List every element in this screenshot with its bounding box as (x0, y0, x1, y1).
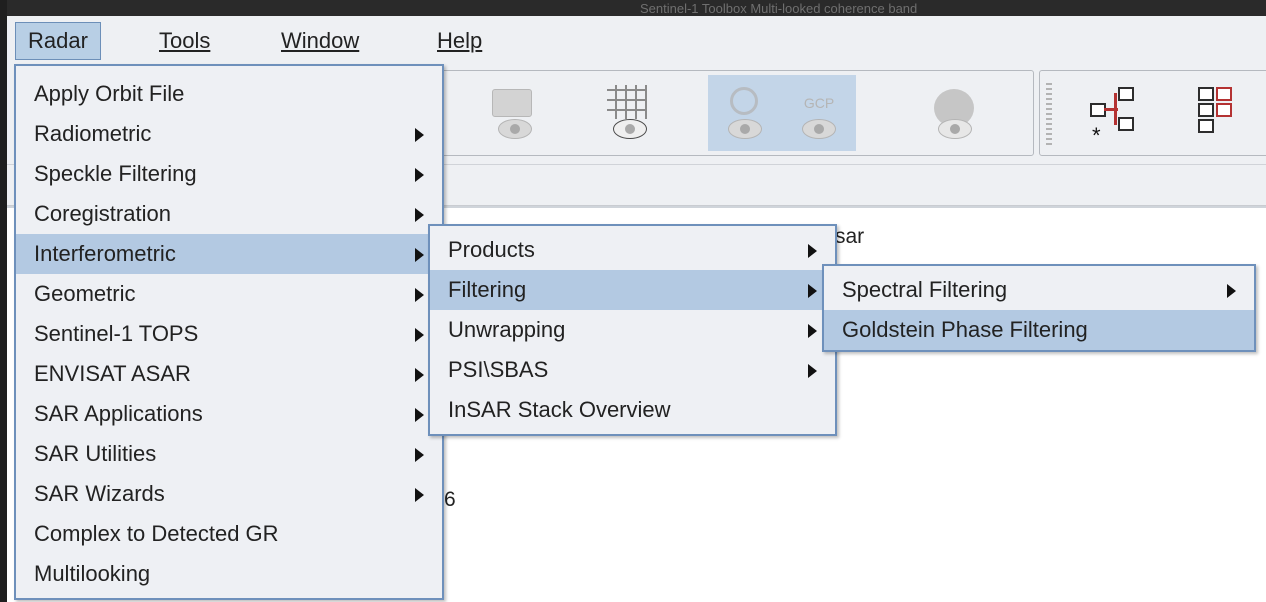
radar-menu: Apply Orbit File Radiometric Speckle Fil… (14, 64, 444, 600)
menu-item-label: Unwrapping (448, 317, 566, 342)
submenu-arrow-icon (808, 364, 817, 378)
submenu-arrow-icon (808, 324, 817, 338)
menu-item-label: Coregistration (34, 201, 171, 226)
menu-item-label: Geometric (34, 281, 136, 306)
graticule-icon (607, 85, 647, 119)
background-number-text: 6 (444, 488, 456, 511)
menu-window-label: Window (281, 28, 360, 53)
menu-help[interactable]: Help (425, 22, 494, 60)
menu-item-label: SAR Utilities (34, 441, 157, 466)
magnifier-eye-button[interactable] (708, 75, 782, 151)
menu-radar[interactable]: Radar (15, 22, 101, 60)
menu-item-products[interactable]: Products (430, 230, 835, 270)
menu-item-coregistration[interactable]: Coregistration (16, 194, 442, 234)
submenu-arrow-icon (415, 488, 424, 502)
world-eye-button[interactable] (918, 75, 992, 151)
submenu-arrow-icon (415, 368, 424, 382)
menu-item-label: Multilooking (34, 561, 151, 586)
gcp-label: GCP (803, 95, 835, 111)
menu-item-label: ENVISAT ASAR (34, 361, 191, 386)
folder-icon (492, 89, 532, 117)
menu-item-label: SAR Applications (34, 401, 203, 426)
menu-item-label: Complex to Detected GR (34, 521, 279, 546)
menu-item-label: Apply Orbit File (34, 81, 185, 106)
menu-bar: Radar Tools Window Help (7, 16, 1266, 65)
gcp-eye-button[interactable]: GCP (782, 75, 856, 151)
submenu-arrow-icon (415, 408, 424, 422)
menu-item-unwrapping[interactable]: Unwrapping (430, 310, 835, 350)
view-folder-eye-button[interactable] (478, 75, 552, 151)
menu-item-label: Spectral Filtering (842, 277, 1008, 302)
eye-icon (613, 119, 647, 139)
submenu-arrow-icon (808, 284, 817, 298)
submenu-arrow-icon (415, 208, 424, 222)
submenu-arrow-icon (415, 328, 424, 342)
menu-item-label: Goldstein Phase Filtering (842, 317, 1088, 342)
menu-item-label: Interferometric (34, 241, 176, 266)
window-frame-left (0, 0, 7, 602)
menu-item-label: Speckle Filtering (34, 161, 197, 186)
menu-item-label: Sentinel-1 TOPS (34, 321, 199, 346)
menu-radar-label: Radar (28, 28, 88, 53)
eye-icon (802, 119, 836, 139)
menu-item-spectral-filtering[interactable]: Spectral Filtering (824, 270, 1254, 310)
magnifier-icon (730, 87, 758, 115)
menu-item-multilooking[interactable]: Multilooking (16, 554, 442, 594)
menu-item-geometric[interactable]: Geometric (16, 274, 442, 314)
menu-item-sar-wizards[interactable]: SAR Wizards (16, 474, 442, 514)
menu-item-goldstein-phase-filtering[interactable]: Goldstein Phase Filtering (824, 310, 1254, 350)
submenu-arrow-icon (415, 288, 424, 302)
submenu-arrow-icon (415, 168, 424, 182)
menu-item-label: InSAR Stack Overview (448, 397, 671, 422)
window-title: Sentinel-1 Toolbox Multi-looked coherenc… (640, 1, 918, 16)
menu-item-sentinel-1-tops[interactable]: Sentinel-1 TOPS (16, 314, 442, 354)
menu-item-label: PSI\SBAS (448, 357, 549, 382)
menu-item-label: SAR Wizards (34, 481, 165, 506)
toolbar-group-graph: * (1039, 70, 1266, 156)
menu-tools-label: Tools (159, 28, 211, 53)
menu-item-sar-applications[interactable]: SAR Applications (16, 394, 442, 434)
batch-processing-button[interactable] (1190, 75, 1264, 151)
menu-help-label: Help (437, 28, 483, 53)
eye-icon (728, 119, 762, 139)
window-frame-top (0, 0, 1266, 16)
menu-item-radiometric[interactable]: Radiometric (16, 114, 442, 154)
menu-item-speckle-filtering[interactable]: Speckle Filtering (16, 154, 442, 194)
menu-item-interferometric[interactable]: Interferometric (16, 234, 442, 274)
eye-icon (938, 119, 972, 139)
menu-tools[interactable]: Tools (147, 22, 222, 60)
menu-item-label: Radiometric (34, 121, 152, 146)
menu-item-filtering[interactable]: Filtering (430, 270, 835, 310)
submenu-arrow-icon (415, 448, 424, 462)
submenu-arrow-icon (1227, 284, 1236, 298)
menu-item-label: Filtering (448, 277, 527, 302)
graticule-eye-button[interactable] (593, 75, 667, 151)
menu-item-complex-to-detected-gr[interactable]: Complex to Detected GR (16, 514, 442, 554)
menu-item-insar-stack-overview[interactable]: InSAR Stack Overview (430, 390, 835, 430)
menu-window[interactable]: Window (269, 22, 371, 60)
background-tab-text: sar (835, 225, 865, 248)
menu-item-label: Products (448, 237, 535, 262)
submenu-arrow-icon (415, 128, 424, 142)
menu-item-apply-orbit-file[interactable]: Apply Orbit File (16, 74, 442, 114)
menu-item-psi-sbas[interactable]: PSI\SBAS (430, 350, 835, 390)
menu-item-sar-utilities[interactable]: SAR Utilities (16, 434, 442, 474)
submenu-arrow-icon (808, 244, 817, 258)
interferometric-submenu: Products Filtering Unwrapping PSI\SBAS I… (428, 224, 837, 436)
submenu-arrow-icon (415, 248, 424, 262)
toolbar-group-view: GCP (427, 70, 1034, 156)
toolbar-gripper[interactable] (1046, 81, 1052, 145)
menu-item-envisat-asar[interactable]: ENVISAT ASAR (16, 354, 442, 394)
graph-builder-button[interactable]: * (1082, 75, 1156, 151)
filtering-submenu: Spectral Filtering Goldstein Phase Filte… (822, 264, 1256, 352)
eye-icon (498, 119, 532, 139)
